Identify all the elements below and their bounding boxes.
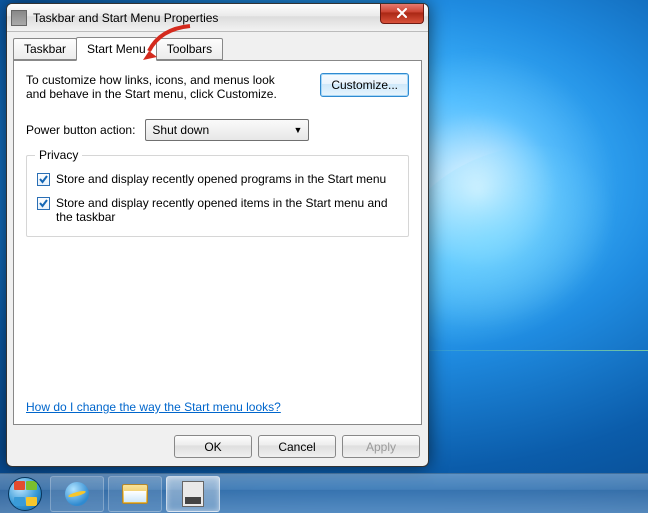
system-icon [11,10,27,26]
cancel-button[interactable]: Cancel [258,435,336,458]
properties-dialog: Taskbar and Start Menu Properties Taskba… [6,3,429,467]
tab-toolbars[interactable]: Toolbars [156,38,223,60]
taskbar-item-ie[interactable] [50,476,104,512]
ok-button[interactable]: OK [174,435,252,458]
customize-button[interactable]: Customize... [320,73,409,97]
checkbox-recent-items-label: Store and display recently opened items … [56,196,398,224]
customize-description: To customize how links, icons, and menus… [26,73,286,101]
folder-icon [122,484,148,504]
checkbox-recent-programs[interactable] [37,173,50,186]
internet-explorer-icon [65,482,89,506]
chevron-down-icon: ▼ [293,125,302,135]
tab-strip: Taskbar Start Menu Toolbars [13,38,422,60]
window-title: Taskbar and Start Menu Properties [33,11,218,25]
checkbox-recent-items[interactable] [37,197,50,210]
taskbar-item-properties[interactable] [166,476,220,512]
tab-taskbar[interactable]: Taskbar [13,38,77,60]
tab-page: To customize how links, icons, and menus… [13,60,422,425]
power-action-dropdown[interactable]: Shut down ▼ [145,119,309,141]
power-label: Power button action: [26,123,135,137]
titlebar[interactable]: Taskbar and Start Menu Properties [7,4,428,32]
checkmark-icon [38,198,49,209]
dialog-button-bar: OK Cancel Apply [13,433,422,460]
start-button[interactable] [4,475,46,513]
help-link[interactable]: How do I change the way the Start menu l… [26,400,281,414]
power-action-value: Shut down [152,123,209,137]
apply-button: Apply [342,435,420,458]
privacy-group: Privacy Store and display recently opene… [26,155,409,237]
checkmark-icon [38,174,49,185]
tab-start-menu[interactable]: Start Menu [76,37,157,61]
properties-icon [182,481,204,507]
close-icon [396,8,408,19]
checkbox-recent-programs-label: Store and display recently opened progra… [56,172,386,186]
privacy-legend: Privacy [35,148,82,162]
windows-logo-icon [8,477,42,511]
taskbar [0,473,648,513]
close-button[interactable] [380,4,424,24]
taskbar-item-explorer[interactable] [108,476,162,512]
